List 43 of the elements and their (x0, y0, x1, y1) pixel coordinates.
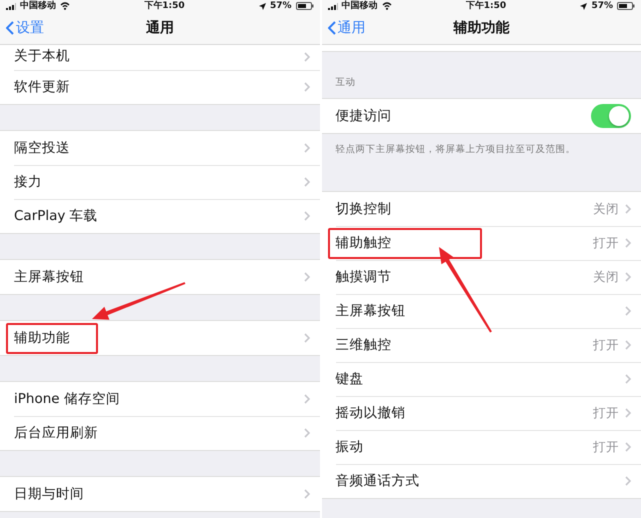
chevron-icon (304, 333, 310, 343)
battery-icon (296, 2, 314, 10)
chevron-icon (625, 340, 631, 350)
section-header: 互动 (336, 76, 356, 90)
back-chevron-icon (6, 21, 14, 35)
chevron-icon (304, 489, 310, 499)
chevron-icon (304, 394, 310, 404)
back-chevron-icon (328, 21, 336, 35)
chevron-icon (625, 476, 631, 486)
battery-percent: 57% (270, 2, 292, 10)
chevron-icon (304, 52, 310, 62)
chevron-icon (625, 272, 631, 282)
screen-title: 通用 (146, 18, 174, 38)
battery-icon (617, 2, 635, 10)
screen-title: 辅助功能 (453, 18, 510, 38)
back-button[interactable]: 通用 (322, 16, 372, 40)
status-time: 下午1:50 (466, 2, 506, 10)
chevron-icon (625, 374, 631, 384)
carrier-name: 中国移动 (342, 2, 378, 10)
back-button[interactable]: 设置 (0, 16, 50, 40)
chevron-icon (304, 177, 310, 187)
chevron-icon (304, 82, 310, 92)
chevron-icon (625, 238, 631, 248)
signal-icon (328, 2, 338, 10)
wifi-icon (382, 2, 392, 10)
wifi-icon (60, 2, 70, 10)
chevron-icon (625, 306, 631, 316)
chevron-icon (625, 408, 631, 418)
chevron-icon (304, 272, 310, 282)
status-time: 下午1:50 (144, 2, 185, 10)
location-icon (580, 2, 588, 10)
chevron-icon (625, 442, 631, 452)
chevron-icon (304, 211, 310, 221)
toggle-switch[interactable] (591, 104, 631, 128)
chevron-icon (304, 143, 310, 153)
chevron-icon (304, 428, 310, 438)
section-footer: 轻点两下主屏幕按钮，将屏幕上方项目拉至可及范围。 (336, 144, 576, 155)
carrier-name: 中国移动 (20, 2, 56, 10)
battery-percent: 57% (591, 2, 613, 10)
row-label: 便捷访问 (336, 106, 392, 126)
chevron-icon (625, 204, 631, 214)
location-icon (258, 2, 266, 10)
signal-icon (6, 2, 16, 10)
